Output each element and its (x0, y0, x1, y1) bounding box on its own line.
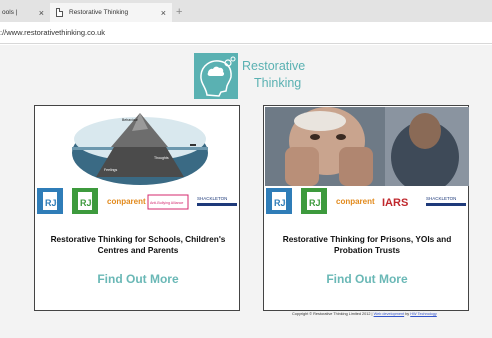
close-icon[interactable]: × (39, 8, 44, 18)
page-icon (56, 8, 63, 17)
card-title: Restorative Thinking for Prisons, YOIs a… (282, 234, 452, 255)
page-content: Restorative Thinking Behaviour Feelings … (0, 45, 492, 338)
url-text[interactable]: ://www.restorativethinking.co.uk (0, 28, 105, 37)
conparent-logo: conparent (107, 197, 146, 206)
site-logo[interactable]: Restorative Thinking (194, 53, 334, 99)
iceberg-label-feelings: Feelings (104, 168, 117, 172)
iars-logo: IARS (382, 197, 408, 209)
footer-link-hw-technology[interactable]: HW Technology (410, 312, 437, 316)
footer-copyright: Copyright © Restorative Thinking Limited… (292, 312, 374, 316)
conparent-logo: conparent (336, 197, 375, 206)
rjc-logo-text: RJC (80, 198, 99, 208)
partner-logos: RJC RJC conparent Anti-Bullying Alliance… (37, 186, 239, 218)
logo-mark (194, 53, 238, 99)
iceberg-label-thoughts: Thoughts (154, 156, 169, 160)
close-icon[interactable]: × (161, 8, 166, 18)
footer: Copyright © Restorative Thinking Limited… (292, 312, 437, 316)
tab-restorative-thinking[interactable]: Restorative Thinking × (50, 3, 172, 22)
head-cloud-icon (200, 56, 236, 97)
shackleton-logo: SHACKLETON (197, 196, 227, 201)
footer-link-web-development[interactable]: Web development (374, 312, 405, 316)
partner-logos: RJC RJC conparent IARS SHACKLETON (266, 186, 468, 218)
shackleton-logo: SHACKLETON (426, 196, 456, 201)
card-title: Restorative Thinking for Schools, Childr… (50, 234, 226, 255)
tab-previous-label: ools | (2, 9, 18, 16)
anti-bullying-logo: Anti-Bullying Alliance (150, 201, 183, 205)
iceberg-image: Behaviour Feelings Thoughts (36, 107, 240, 186)
rjc-logo-text: RJC (309, 198, 328, 208)
logo-text-line2: Thinking (254, 76, 302, 90)
rjc-logo-text: RJC (274, 198, 293, 208)
tab-active-label: Restorative Thinking (69, 9, 129, 16)
logo-text-line1: Restorative (242, 59, 306, 73)
find-out-more-link[interactable]: Find Out More (264, 272, 470, 286)
distressed-man-photo (265, 107, 469, 193)
address-bar[interactable]: ://www.restorativethinking.co.uk (0, 22, 492, 44)
rjc-logo-text: RJC (45, 198, 64, 208)
card-prisons[interactable]: RJC RJC conparent IARS SHACKLETON Restor… (263, 105, 469, 311)
find-out-more-link[interactable]: Find Out More (35, 272, 241, 286)
iceberg-label-behaviour: Behaviour (122, 118, 139, 122)
browser-tab-bar: ools | × Restorative Thinking × + (0, 0, 492, 22)
card-schools[interactable]: Behaviour Feelings Thoughts RJC RJC conp… (34, 105, 240, 311)
tab-previous[interactable]: ools | × (0, 3, 50, 22)
new-tab-button[interactable]: + (176, 6, 182, 18)
